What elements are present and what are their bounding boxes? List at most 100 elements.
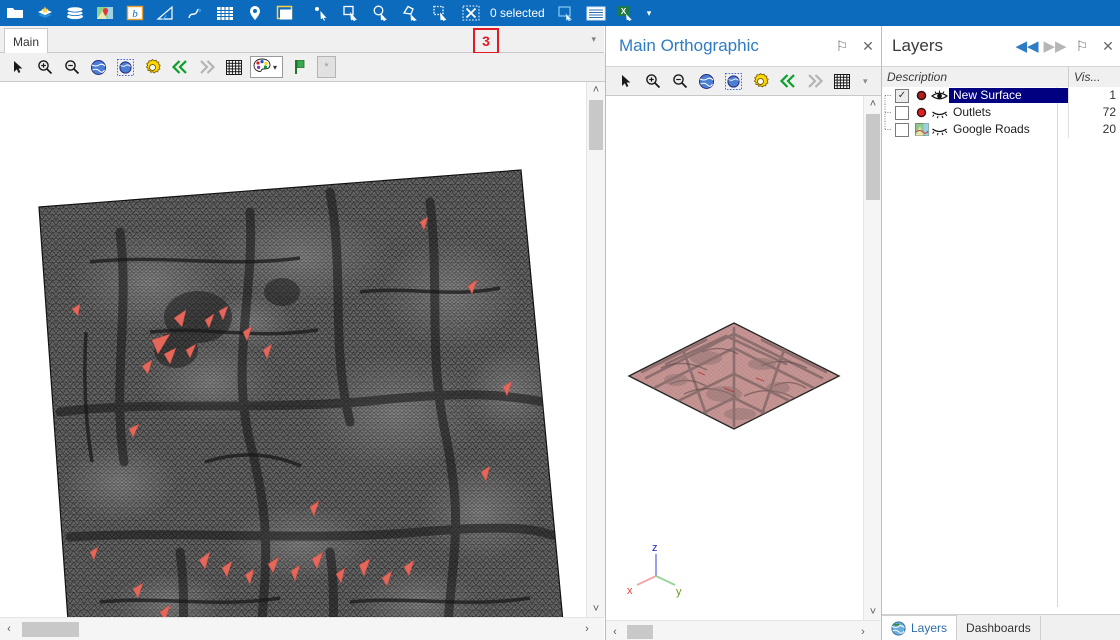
- google-map-icon[interactable]: [92, 1, 118, 25]
- horizontal-scroll-thumb[interactable]: [22, 622, 79, 637]
- point-red-icon: [913, 105, 930, 120]
- zoom-in-icon[interactable]: [640, 69, 665, 93]
- main-3d-viewport[interactable]: y x z 70m: [0, 82, 586, 617]
- pin-icon[interactable]: ⚐: [829, 33, 855, 59]
- tab-dashboards[interactable]: Dashboards: [957, 616, 1041, 640]
- close-icon[interactable]: ✕: [1095, 33, 1120, 59]
- grid-icon[interactable]: [829, 69, 854, 93]
- scroll-left-arrow[interactable]: ‹: [606, 621, 624, 640]
- globe-zoom-icon[interactable]: [721, 69, 746, 93]
- scroll-up-arrow[interactable]: ˄: [587, 82, 605, 98]
- select-rect-icon[interactable]: [338, 1, 364, 25]
- eye-closed-icon[interactable]: [930, 122, 949, 137]
- pointer-tool-icon[interactable]: [613, 69, 638, 93]
- profile-icon[interactable]: [182, 1, 208, 25]
- layers-panel: Layers ◀◀ ▶▶ ⚐ ✕ Description Vis... ✓ Ne…: [881, 26, 1120, 640]
- zoom-in-icon[interactable]: [32, 55, 57, 79]
- eye-closed-icon[interactable]: [930, 105, 949, 120]
- scroll-right-arrow[interactable]: ›: [578, 618, 596, 640]
- forward-icon[interactable]: [194, 55, 219, 79]
- selection-status-label: 0 selected: [490, 6, 545, 20]
- open-folder-icon[interactable]: [2, 1, 28, 25]
- orthographic-vertical-scrollbar[interactable]: ˄ ˅: [863, 96, 882, 620]
- column-header-description[interactable]: Description: [882, 67, 1069, 87]
- copy-window-icon[interactable]: [553, 1, 579, 25]
- raster-map-icon: [913, 122, 930, 137]
- chevron-down-icon[interactable]: ▾: [273, 63, 277, 72]
- orthographic-panel-header: Main Orthographic ⚐ ✕: [606, 26, 881, 67]
- table-row[interactable]: ✓ New Surface 1: [882, 87, 1120, 104]
- select-point-icon[interactable]: [308, 1, 334, 25]
- orthographic-toolbar-caret[interactable]: ▾: [863, 76, 868, 87]
- tree-connector: [882, 104, 895, 121]
- tab-layers[interactable]: Layers: [882, 615, 958, 640]
- map-pin-icon[interactable]: [242, 1, 268, 25]
- layers-panel-header: Layers ◀◀ ▶▶ ⚐ ✕: [882, 26, 1120, 67]
- column-header-visible[interactable]: Vis...: [1069, 67, 1120, 87]
- scroll-right-arrow[interactable]: ›: [854, 621, 872, 640]
- palette-dropdown[interactable]: ▾: [250, 56, 284, 78]
- scroll-up-arrow[interactable]: ˄: [864, 96, 882, 112]
- table-grid-icon[interactable]: [212, 1, 238, 25]
- tab-layers-label: Layers: [911, 621, 948, 635]
- globe-fit-icon[interactable]: [86, 55, 111, 79]
- close-icon[interactable]: ✕: [855, 33, 881, 59]
- horizontal-scroll-thumb[interactable]: [627, 625, 653, 639]
- bentley-icon[interactable]: b: [122, 1, 148, 25]
- layers-stack-icon[interactable]: [62, 1, 88, 25]
- window-icon[interactable]: [272, 1, 298, 25]
- nav-next-icon[interactable]: ▶▶: [1041, 32, 1069, 60]
- pin-icon[interactable]: ⚐: [1069, 33, 1095, 59]
- tabstrip-dropdown-caret[interactable]: ▾: [591, 34, 596, 45]
- settings-gear-icon[interactable]: [748, 69, 773, 93]
- select-circle-icon[interactable]: [368, 1, 394, 25]
- report-icon[interactable]: [583, 1, 609, 25]
- layer-name[interactable]: Outlets: [949, 105, 1068, 120]
- layer-visibility-checkbox[interactable]: ✓: [895, 88, 909, 103]
- layer-visible-count: 72: [1068, 104, 1120, 121]
- zoom-out-icon[interactable]: [59, 55, 84, 79]
- nav-prev-icon[interactable]: ◀◀: [1013, 32, 1041, 60]
- document-tabstrip: Main ▾: [0, 26, 604, 54]
- vertical-scroll-thumb[interactable]: [589, 100, 603, 150]
- table-row[interactable]: Google Roads 20: [882, 121, 1120, 138]
- layer-visibility-checkbox[interactable]: [895, 122, 909, 137]
- rewind-icon[interactable]: [775, 69, 800, 93]
- scroll-left-arrow[interactable]: ‹: [0, 618, 18, 640]
- toolbar-more-button[interactable]: *: [317, 56, 337, 78]
- import-layers-icon[interactable]: [32, 1, 58, 25]
- main-view-vertical-scrollbar[interactable]: ˄ ˅: [586, 82, 605, 617]
- clear-selection-icon[interactable]: [458, 1, 484, 25]
- svg-text:X: X: [621, 7, 627, 16]
- main-view-horizontal-scrollbar[interactable]: ‹ ›: [0, 617, 604, 640]
- orthographic-toolbar: ▾: [606, 67, 887, 96]
- tree-connector: [882, 87, 895, 104]
- tab-main[interactable]: Main: [4, 28, 48, 54]
- rewind-icon[interactable]: [167, 55, 192, 79]
- orthographic-horizontal-scrollbar[interactable]: ‹ ›: [606, 620, 881, 640]
- table-row[interactable]: Outlets 72: [882, 104, 1120, 121]
- settings-gear-icon[interactable]: [140, 55, 165, 79]
- select-poly-icon[interactable]: [398, 1, 424, 25]
- layer-name[interactable]: New Surface: [949, 88, 1068, 103]
- layer-name[interactable]: Google Roads: [949, 122, 1068, 137]
- scroll-down-arrow[interactable]: ˅: [587, 601, 605, 617]
- scroll-down-arrow[interactable]: ˅: [864, 604, 882, 620]
- globe-icon: [891, 620, 906, 636]
- layers-bottom-tabs: Layers Dashboards: [882, 614, 1120, 640]
- globe-zoom-icon[interactable]: [113, 55, 138, 79]
- svg-text:b: b: [132, 8, 138, 20]
- measure-angle-icon[interactable]: [152, 1, 178, 25]
- ribbon-overflow-caret[interactable]: ▾: [647, 8, 652, 19]
- select-fence-icon[interactable]: [428, 1, 454, 25]
- layer-visibility-checkbox[interactable]: [895, 105, 909, 120]
- globe-fit-icon[interactable]: [694, 69, 719, 93]
- flag-icon[interactable]: [287, 55, 312, 79]
- grid-icon[interactable]: [221, 55, 246, 79]
- zoom-out-icon[interactable]: [667, 69, 692, 93]
- pointer-tool-icon[interactable]: [5, 55, 30, 79]
- forward-icon[interactable]: [802, 69, 827, 93]
- eye-open-icon[interactable]: [930, 88, 949, 103]
- vertical-scroll-thumb[interactable]: [866, 114, 880, 200]
- excel-export-icon[interactable]: X: [613, 1, 639, 25]
